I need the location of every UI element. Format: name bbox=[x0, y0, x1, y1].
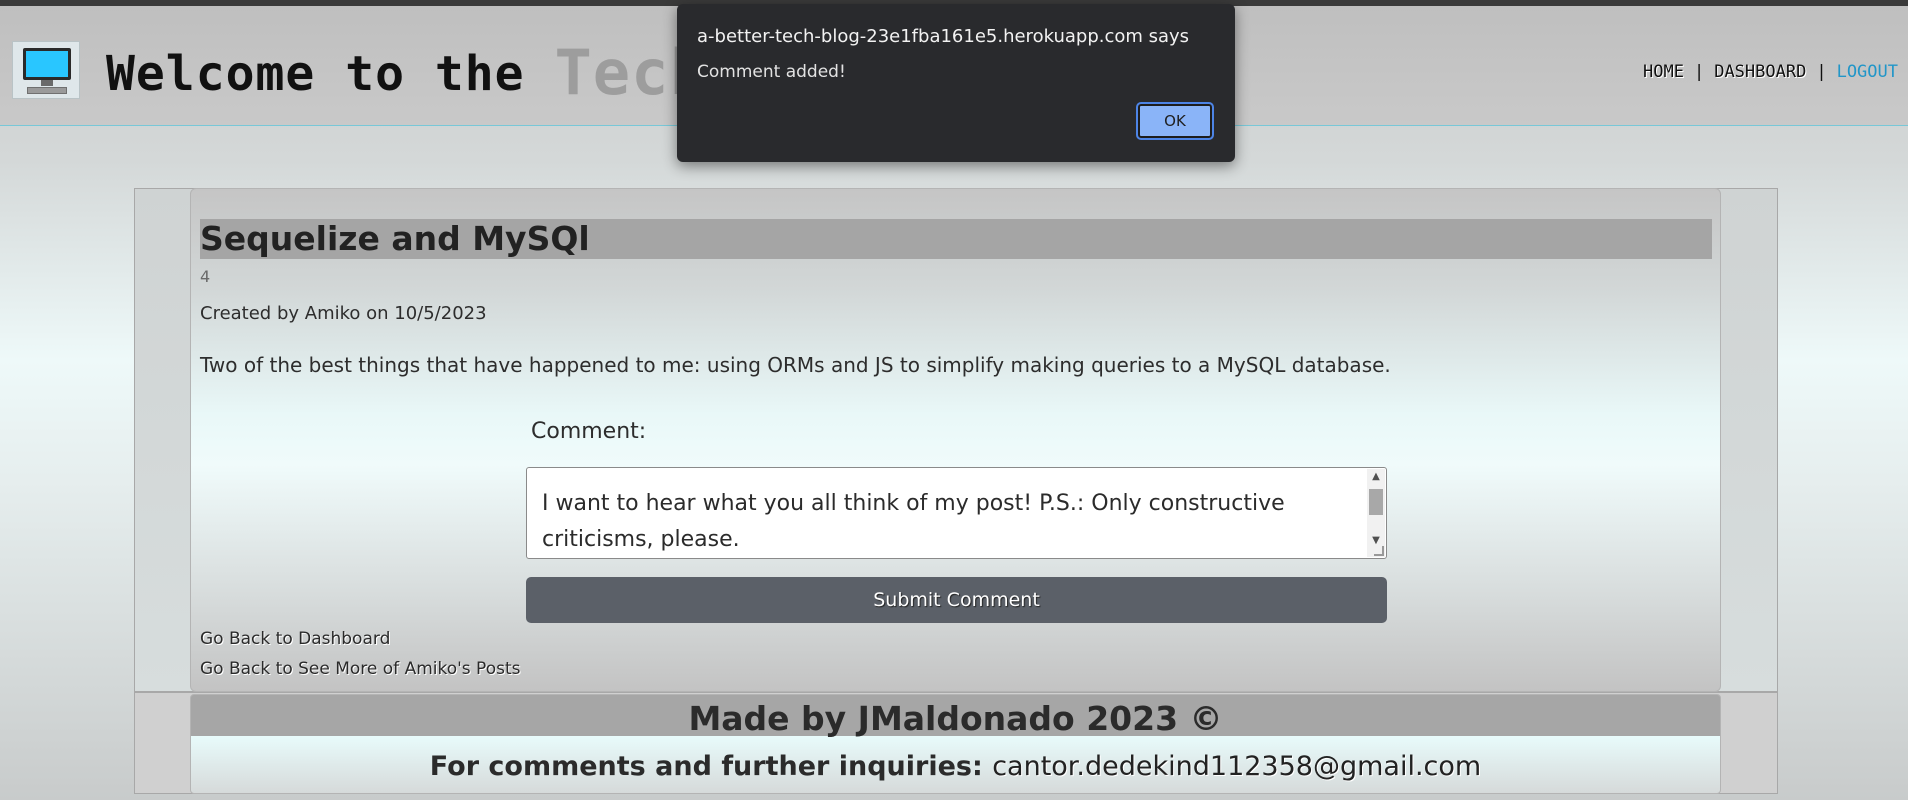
nav-dashboard-link[interactable]: DASHBOARD bbox=[1714, 62, 1806, 82]
submit-comment-button[interactable]: Submit Comment bbox=[526, 577, 1387, 623]
scroll-up-arrow-icon[interactable]: ▲ bbox=[1367, 469, 1385, 485]
dialog-ok-button[interactable]: OK bbox=[1136, 102, 1214, 140]
comment-text: I want to hear what you all think of my … bbox=[542, 491, 1285, 552]
post-id: 4 bbox=[200, 267, 211, 286]
nav-separator: | bbox=[1693, 62, 1705, 82]
back-to-user-posts-link[interactable]: Go Back to See More of Amiko's Posts bbox=[200, 659, 521, 679]
footer-contact-prefix: For comments and further inquiries: bbox=[429, 751, 993, 782]
resize-handle[interactable] bbox=[1374, 546, 1384, 556]
post-card: Sequelize and MySQl 4 Created by Amiko o… bbox=[190, 188, 1721, 692]
alert-dialog: a-better-tech-blog-23e1fba161e5.herokuap… bbox=[677, 4, 1235, 162]
dialog-origin: a-better-tech-blog-23e1fba161e5.herokuap… bbox=[697, 26, 1190, 47]
comment-label: Comment: bbox=[531, 419, 647, 444]
post-title: Sequelize and MySQl bbox=[200, 219, 1712, 259]
footer-email[interactable]: cantor.dedekind112358@gmail.com bbox=[992, 751, 1481, 782]
scrollbar-thumb[interactable] bbox=[1369, 489, 1383, 515]
monitor-screen bbox=[23, 48, 71, 80]
post-body: Two of the best things that have happene… bbox=[200, 353, 1391, 377]
comment-textarea[interactable]: I want to hear what you all think of my … bbox=[526, 467, 1387, 559]
comment-scrollbar[interactable]: ▲ ▼ bbox=[1367, 469, 1385, 557]
nav-home-link[interactable]: HOME bbox=[1643, 62, 1684, 82]
back-to-dashboard-link[interactable]: Go Back to Dashboard bbox=[200, 629, 390, 649]
footer-contact: For comments and further inquiries: cant… bbox=[191, 751, 1720, 782]
monitor-stand bbox=[41, 80, 53, 86]
footer-made-by: Made by JMaldonado 2023 © bbox=[688, 699, 1223, 738]
post-meta: Created by Amiko on 10/5/2023 bbox=[200, 303, 487, 324]
nav-separator: | bbox=[1816, 62, 1827, 82]
nav-logout-link[interactable]: LOGOUT bbox=[1837, 62, 1898, 82]
site-footer: Made by JMaldonado 2023 © For comments a… bbox=[190, 694, 1721, 794]
dialog-message: Comment added! bbox=[697, 62, 846, 82]
main-nav: HOME | DASHBOARD | LOGOUT bbox=[1643, 62, 1898, 82]
keyboard-shape bbox=[27, 87, 67, 94]
site-title-prefix: Welcome to the bbox=[106, 46, 555, 102]
computer-monitor-icon[interactable] bbox=[12, 41, 80, 99]
site-title: Welcome to the Tech bbox=[106, 32, 708, 109]
